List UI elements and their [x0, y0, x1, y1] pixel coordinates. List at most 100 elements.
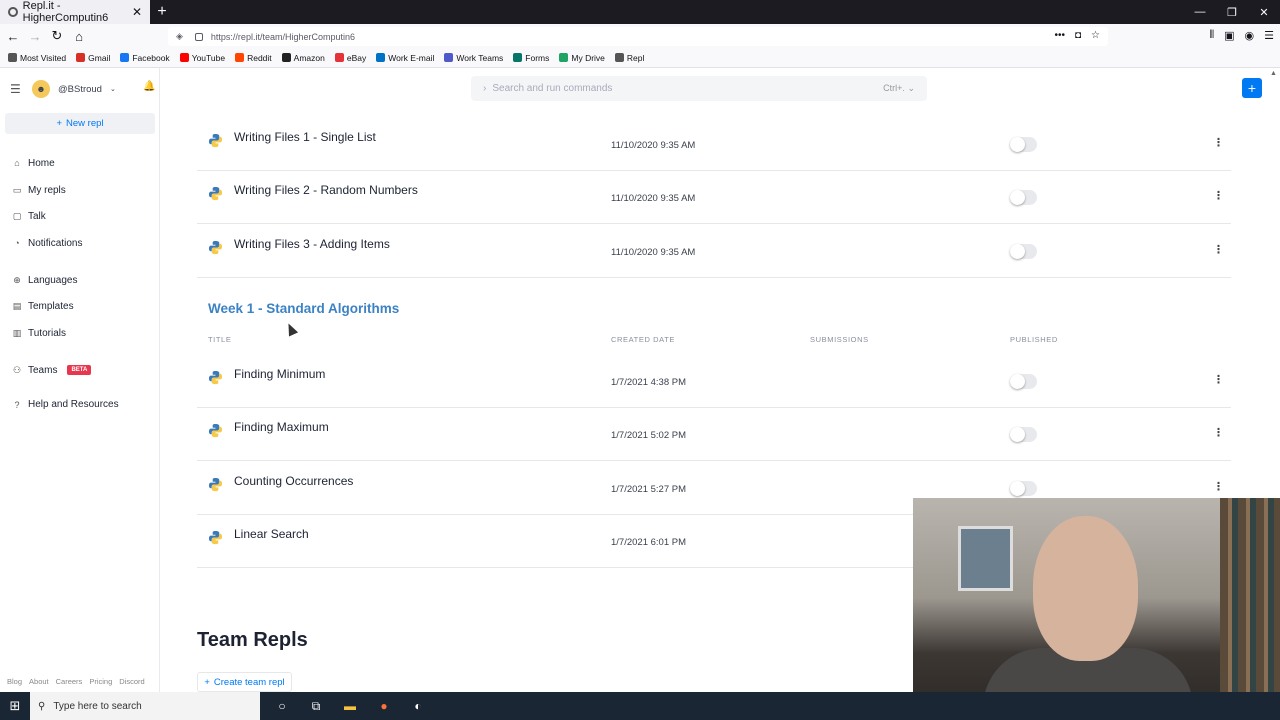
more-options-icon[interactable]: ⋮ — [1213, 189, 1224, 202]
repl-title[interactable]: Finding Minimum — [234, 367, 325, 381]
sidebar-item-tutorials[interactable]: ▥ Tutorials — [12, 320, 119, 347]
more-options-icon[interactable]: ⋮ — [1213, 426, 1224, 439]
table-row[interactable]: Writing Files 2 - Random Numbers 11/10/20… — [197, 171, 1231, 225]
sidebar-toggle-icon[interactable]: ▣ — [1224, 29, 1234, 42]
bookmark-favicon-icon — [376, 53, 386, 62]
sidebar-item-templates[interactable]: ▤ Templates — [12, 293, 119, 320]
more-options-icon[interactable]: ⋮ — [1213, 373, 1224, 386]
sidebar-item-help-and-resources[interactable]: ? Help and Resources — [12, 392, 118, 419]
help-icon: ? — [14, 399, 20, 410]
repl-title[interactable]: Counting Occurrences — [234, 474, 353, 488]
published-toggle[interactable] — [1010, 427, 1037, 443]
table-row[interactable]: Finding Maximum 1/7/2021 5:02 PM ⋮ — [197, 408, 1231, 462]
sidebar-item-teams[interactable]: ⚇ Teams BETA — [12, 357, 119, 384]
sidebar-item-languages[interactable]: ⊕ Languages — [12, 267, 119, 294]
sidebar-item-my-repls[interactable]: ▭ My repls — [12, 177, 119, 204]
more-options-icon[interactable]: ⋮ — [1213, 480, 1224, 493]
sidebar-item-notifications[interactable]: ◔ Notifications — [12, 230, 119, 257]
repl-title[interactable]: Writing Files 2 - Random Numbers — [234, 183, 418, 197]
more-options-icon[interactable]: ⋮ — [1213, 243, 1224, 256]
webcam-overlay — [913, 498, 1280, 720]
file-explorer-icon[interactable]: ▬ — [340, 692, 360, 720]
published-toggle[interactable] — [1010, 480, 1037, 496]
scroll-up-icon[interactable]: ▲ — [1270, 70, 1277, 77]
search-icon: ⚲ — [38, 700, 46, 712]
bookmark-label: YouTube — [191, 52, 226, 63]
bookmark-star-icon[interactable]: ☆ — [1091, 30, 1100, 41]
repl-title[interactable]: Writing Files 3 - Adding Items — [234, 237, 390, 251]
top-bar: › Search and run commands Ctrl+. ⌄ + ▲ — [160, 68, 1280, 118]
bookmark-item[interactable]: Repl — [614, 53, 644, 63]
sidebar-item-home[interactable]: ⌂ Home — [12, 150, 119, 177]
close-window-icon[interactable]: ✕ — [1248, 0, 1280, 24]
home-browser-icon[interactable]: ⌂ — [68, 29, 90, 44]
footer-link[interactable]: About — [29, 677, 49, 686]
repl-title[interactable]: Finding Maximum — [234, 420, 329, 434]
bookmark-item[interactable]: My Drive — [559, 53, 605, 63]
bookmark-favicon-icon — [120, 53, 130, 62]
restore-icon[interactable]: ❐ — [1216, 0, 1248, 24]
cortana-icon[interactable]: ○ — [272, 692, 292, 720]
table-row[interactable]: Finding Minimum 1/7/2021 4:38 PM ⋮ — [197, 355, 1231, 408]
folder-icon: ▭ — [12, 184, 22, 195]
new-repl-button[interactable]: + New repl — [5, 113, 155, 134]
sidebar-item-talk[interactable]: ▢ Talk — [12, 203, 119, 230]
firefox-icon[interactable]: ● — [374, 692, 394, 720]
menu-icon[interactable]: ☰ — [1264, 29, 1274, 42]
create-team-repl-button[interactable]: + Create team repl — [197, 672, 292, 692]
notifications-bell-icon[interactable]: 🔔 — [143, 81, 155, 92]
obs-icon[interactable]: ◐ — [408, 692, 428, 720]
user-menu[interactable]: ☻ @BStroud ⌄ — [32, 80, 116, 98]
bookmark-item[interactable]: Reddit — [235, 53, 272, 63]
bookmark-item[interactable]: Most Visited — [8, 53, 66, 63]
bookmark-item[interactable]: Work E-mail — [376, 53, 434, 63]
bookmark-item[interactable]: eBay — [334, 53, 366, 63]
bookmark-item[interactable]: Facebook — [120, 53, 170, 63]
forward-icon[interactable]: → — [24, 29, 46, 44]
taskbar-search[interactable]: ⚲ Type here to search — [30, 692, 260, 720]
bookmark-item[interactable]: Gmail — [76, 53, 110, 63]
account-icon[interactable]: ◉ — [1245, 29, 1255, 42]
pocket-icon[interactable]: ◘ — [1075, 30, 1081, 41]
username: @BStroud — [58, 83, 102, 95]
table-row[interactable]: Writing Files 3 - Adding Items 11/10/2020… — [197, 225, 1231, 278]
new-repl-label: New repl — [66, 118, 104, 129]
page-actions-icon[interactable]: ••• — [1054, 30, 1065, 41]
hamburger-menu-icon[interactable]: ☰ — [10, 82, 21, 96]
bookmark-item[interactable]: Work Teams — [444, 53, 503, 63]
repl-title[interactable]: Writing Files 1 - Single List — [234, 130, 376, 144]
create-plus-button[interactable]: + — [1242, 78, 1262, 98]
footer-link[interactable]: Discord — [119, 677, 144, 686]
table-row[interactable]: Writing Files 1 - Single List 11/10/2020 … — [197, 118, 1231, 171]
footer-link[interactable]: Pricing — [89, 677, 112, 686]
published-toggle[interactable] — [1010, 243, 1037, 259]
published-toggle[interactable] — [1010, 374, 1037, 389]
windows-start-icon[interactable]: ⊞ — [0, 698, 30, 714]
footer-link[interactable]: Careers — [56, 677, 83, 686]
published-toggle[interactable] — [1010, 137, 1037, 152]
command-search[interactable]: › Search and run commands Ctrl+. ⌄ — [471, 76, 927, 101]
sidebar-item-label: My repls — [28, 184, 66, 196]
footer-link[interactable]: Blog — [7, 677, 22, 686]
published-toggle[interactable] — [1010, 190, 1037, 206]
browser-tab[interactable]: Repl.it - HigherComputin6 ✕ — [0, 0, 150, 24]
back-icon[interactable]: ← — [2, 29, 24, 44]
people-icon: ⚇ — [12, 364, 22, 375]
reload-icon[interactable]: ↻ — [46, 28, 68, 44]
bookmark-item[interactable]: Forms — [513, 53, 549, 63]
new-tab-button[interactable]: + — [150, 0, 174, 24]
bookmark-item[interactable]: Amazon — [281, 53, 325, 63]
browser-titlebar: Repl.it - HigherComputin6 ✕ + — ❐ ✕ — [0, 0, 1280, 24]
task-view-icon[interactable]: ⧉ — [306, 692, 326, 720]
library-icon[interactable]: ⫴ — [1209, 29, 1214, 42]
bookmark-item[interactable]: YouTube — [179, 52, 226, 63]
minimize-icon[interactable]: — — [1184, 0, 1216, 24]
section-title[interactable]: Week 1 - Standard Algorithms — [208, 301, 399, 316]
bookmark-label: Work Teams — [456, 52, 504, 63]
more-options-icon[interactable]: ⋮ — [1213, 136, 1224, 149]
tab-title: Repl.it - HigherComputin6 — [22, 0, 109, 24]
beta-badge: BETA — [67, 365, 92, 376]
url-bar[interactable]: ◈ https://repl.it/team/HigherComputin6 •… — [168, 27, 1108, 46]
repl-title[interactable]: Linear Search — [234, 527, 309, 541]
close-tab-icon[interactable]: ✕ — [132, 5, 142, 19]
